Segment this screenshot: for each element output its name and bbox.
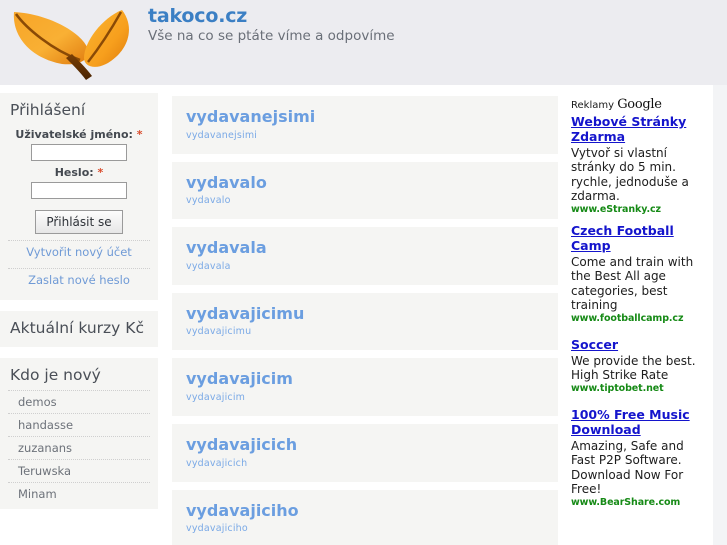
create-account-link[interactable]: Vytvořit nový účet — [8, 240, 150, 262]
exchange-rates-block: Aktuální kurzy Kč — [0, 311, 158, 347]
list-item[interactable]: zuzanans — [8, 436, 150, 459]
list-item[interactable]: Minam — [8, 482, 150, 505]
login-block-title: Přihlášení — [10, 101, 86, 119]
login-button-wrap: Přihlásit se — [8, 210, 150, 234]
ad-item: Czech Football Camp Come and train with … — [571, 223, 707, 324]
username-label: Uživatelské jméno: * — [8, 128, 150, 141]
content-node[interactable]: vydavalo vydavalo — [172, 161, 558, 220]
site-title[interactable]: takoco.cz — [148, 5, 247, 27]
login-block: Přihlášení Uživatelské jméno: * Heslo: *… — [0, 93, 158, 300]
node-title[interactable]: vydavalo — [186, 173, 544, 192]
main-content: vydavanejsimi vydavanejsimi vydavalo vyd… — [172, 96, 558, 545]
username-input[interactable] — [31, 144, 127, 161]
new-users-list: demos handasse zuzanans Teruwska Minam — [8, 390, 150, 505]
ads-heading-prefix: Reklamy — [571, 100, 615, 111]
ad-display-url[interactable]: www.eStranky.cz — [571, 204, 707, 215]
node-subtitle[interactable]: vydavajiciho — [186, 523, 544, 534]
content-node[interactable]: vydavajicim vydavajicim — [172, 358, 558, 416]
left-sidebar: Přihlášení Uživatelské jméno: * Heslo: *… — [0, 93, 158, 520]
content-node[interactable]: vydavala vydavala — [172, 227, 558, 285]
list-item[interactable]: handasse — [8, 413, 150, 436]
node-subtitle[interactable]: vydavajicim — [186, 392, 544, 403]
new-users-block: Kdo je nový demos handasse zuzanans Teru… — [0, 358, 158, 509]
new-users-title: Kdo je nový — [10, 366, 101, 384]
node-title[interactable]: vydavajicim — [186, 370, 544, 388]
ad-display-url[interactable]: www.tiptobet.net — [571, 383, 707, 394]
list-item[interactable]: demos — [8, 390, 150, 413]
node-subtitle[interactable]: vydavanejsimi — [186, 130, 544, 141]
password-row: Heslo: * — [8, 166, 150, 199]
ad-title-link[interactable]: Webové Stránky Zdarma — [571, 114, 707, 145]
content-node[interactable]: vydavanejsimi vydavanejsimi — [172, 96, 558, 154]
node-title[interactable]: vydavajicimu — [186, 305, 544, 323]
ad-description: Vytvoř si vlastní stránky do 5 min. rych… — [571, 145, 689, 204]
password-input[interactable] — [31, 182, 127, 199]
site-slogan: Vše na co se ptáte víme a odpovíme — [148, 28, 395, 44]
ad-item: Soccer We provide the best. High Strike … — [571, 337, 707, 394]
password-label: Heslo: * — [8, 166, 150, 179]
ad-item: Webové Stránky Zdarma Vytvoř si vlastní … — [571, 114, 707, 215]
ad-title-link[interactable]: Soccer — [571, 337, 707, 353]
ads-heading: Reklamy Google — [571, 97, 707, 112]
page-root: takoco.cz Vše na co se ptáte víme a odpo… — [0, 0, 727, 545]
ad-description: We provide the best. High Strike Rate — [571, 353, 696, 383]
node-title[interactable]: vydavajicich — [186, 436, 544, 454]
ad-description: Amazing, Safe and Fast P2P Software. Dow… — [571, 438, 684, 497]
reset-password-link[interactable]: Zaslat nové heslo — [8, 268, 150, 290]
node-subtitle[interactable]: vydavala — [186, 261, 544, 272]
content-node[interactable]: vydavajiciho vydavajiciho — [172, 489, 558, 545]
content-node[interactable]: vydavajicich vydavajicich — [172, 423, 558, 482]
ad-description: Come and train with the Best All age cat… — [571, 254, 694, 313]
google-wordmark: Google — [617, 97, 662, 112]
right-rail-spacer-left — [558, 85, 565, 545]
site-header: takoco.cz Vše na co se ptáte víme a odpo… — [0, 0, 727, 85]
ad-title-link[interactable]: 100% Free Music Download — [571, 407, 707, 438]
node-subtitle[interactable]: vydavajicich — [186, 458, 544, 469]
ad-item: 100% Free Music Download Amazing, Safe a… — [571, 407, 707, 508]
required-asterisk: * — [97, 166, 104, 179]
node-title[interactable]: vydavanejsimi — [186, 108, 544, 126]
ad-display-url[interactable]: www.BearShare.com — [571, 497, 707, 508]
login-submit-button[interactable]: Přihlásit se — [35, 210, 123, 234]
two-leaves-logo-icon[interactable] — [4, 2, 148, 82]
password-label-text: Heslo: — [54, 166, 94, 179]
ads-box: Reklamy Google Webové Stránky Zdarma Vyt… — [565, 93, 713, 525]
node-title[interactable]: vydavala — [186, 239, 544, 257]
google-ads-sidebar: Reklamy Google Webové Stránky Zdarma Vyt… — [565, 93, 713, 525]
node-subtitle[interactable]: vydavalo — [186, 195, 544, 206]
content-node[interactable]: vydavajicimu vydavajicimu — [172, 292, 558, 351]
list-item[interactable]: Teruwska — [8, 459, 150, 482]
ad-title-link[interactable]: Czech Football Camp — [571, 223, 707, 254]
ad-display-url[interactable]: www.footballcamp.cz — [571, 313, 707, 324]
username-label-text: Uživatelské jméno: — [15, 128, 133, 141]
node-subtitle[interactable]: vydavajicimu — [186, 326, 544, 337]
username-row: Uživatelské jméno: * — [8, 128, 150, 161]
exchange-rates-title: Aktuální kurzy Kč — [10, 319, 144, 337]
right-rail-strip — [713, 85, 727, 545]
node-title[interactable]: vydavajiciho — [186, 501, 544, 520]
required-asterisk: * — [136, 128, 143, 141]
